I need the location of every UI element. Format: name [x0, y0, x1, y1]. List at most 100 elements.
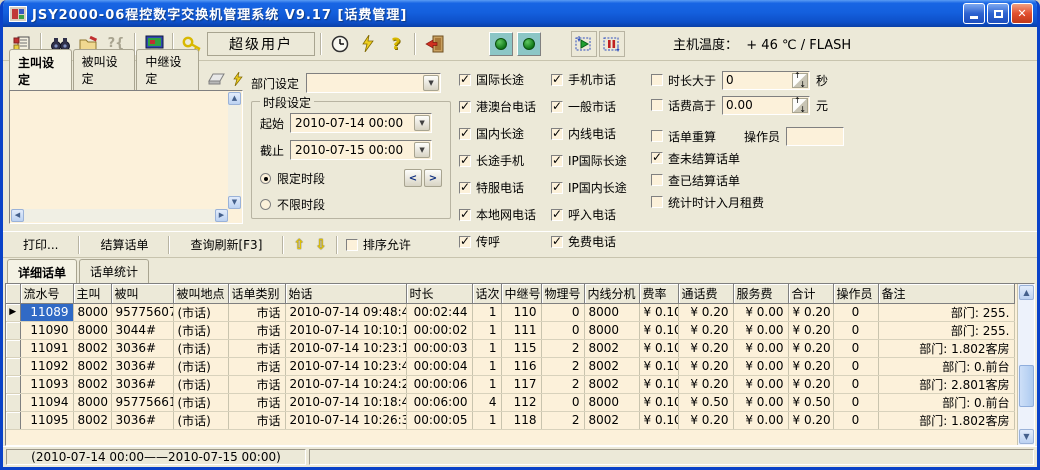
table-cell[interactable]: 1 [472, 321, 501, 339]
table-cell[interactable]: 市话 [228, 321, 285, 339]
table-row[interactable]: 11094800095775661#(市话)市话2010-07-14 10:18… [6, 393, 1014, 411]
table-cell[interactable]: ¥ 0.20 [678, 339, 733, 357]
table-cell[interactable]: 部门: 0.前台 [878, 393, 1014, 411]
column-header[interactable]: 始话 [285, 284, 406, 303]
column-header[interactable]: 话单类别 [228, 284, 285, 303]
print-button[interactable]: 打印... [7, 233, 74, 256]
table-cell[interactable]: 部门: 255. [878, 321, 1014, 339]
scroll-left-icon[interactable]: ◀ [11, 209, 24, 222]
calltype-check2-6[interactable]: 免费电话 [551, 233, 627, 250]
table-cell[interactable]: 8002 [584, 411, 639, 429]
close-button[interactable]: ✕ [1011, 3, 1033, 24]
scroll-up-icon[interactable]: ▲ [1019, 285, 1034, 300]
table-cell[interactable]: 0 [541, 303, 584, 321]
table-cell[interactable]: 00:00:02 [406, 321, 472, 339]
calltype-check-6[interactable]: 传呼 [459, 233, 536, 250]
table-cell[interactable]: ¥ 0.10 [639, 303, 678, 321]
table-cell[interactable]: 1 [472, 303, 501, 321]
unsettled-checkbox[interactable]: 查未结算话单 [651, 150, 740, 167]
maximize-button[interactable] [987, 3, 1009, 24]
table-cell[interactable]: 部门: 0.前台 [878, 357, 1014, 375]
table-cell[interactable]: 8000 [584, 321, 639, 339]
scroll-right-icon[interactable]: ▶ [215, 209, 228, 222]
sort-up-icon[interactable]: ⇧ [288, 237, 310, 253]
sort-allow-checkbox[interactable]: 排序允许 [346, 236, 411, 253]
table-cell[interactable]: 8002 [584, 339, 639, 357]
table-cell[interactable]: 1 [472, 339, 501, 357]
prev-day-button[interactable]: < [404, 169, 422, 187]
table-cell[interactable]: ¥ 0.10 [639, 411, 678, 429]
table-cell[interactable]: 市话 [228, 411, 285, 429]
recalc-checkbox[interactable]: 话单重算 [651, 128, 716, 145]
chevron-down-icon[interactable]: ▼ [414, 142, 430, 158]
table-cell[interactable]: 11089 [20, 303, 73, 321]
calltype-check2-1[interactable]: 一般市话 [551, 98, 627, 115]
operator-input[interactable] [786, 127, 844, 146]
monthly-fee-checkbox[interactable]: 统计时计入月租费 [651, 194, 764, 211]
table-cell[interactable]: 0 [833, 375, 878, 393]
table-cell[interactable]: 110 [501, 303, 541, 321]
table-cell[interactable]: 2010-07-14 10:24:25 [285, 375, 406, 393]
table-cell[interactable]: 0 [833, 393, 878, 411]
column-header[interactable]: 物理号 [541, 284, 584, 303]
calltype-check-5[interactable]: 本地网电话 [459, 206, 536, 223]
table-cell[interactable]: ¥ 0.00 [733, 339, 788, 357]
table-cell[interactable]: 8002 [584, 357, 639, 375]
table-row[interactable]: 1109380023036#(市话)市话2010-07-14 10:24:250… [6, 375, 1014, 393]
table-cell[interactable]: 95775607# [111, 303, 173, 321]
table-cell[interactable]: 8002 [73, 375, 111, 393]
table-cell[interactable]: ¥ 0.50 [788, 393, 833, 411]
table-cell[interactable]: 2 [541, 411, 584, 429]
calltype-check2-3[interactable]: IP国际长途 [551, 152, 627, 169]
table-cell[interactable]: 8002 [584, 375, 639, 393]
column-header[interactable]: 内线分机 [584, 284, 639, 303]
table-cell[interactable]: 市话 [228, 393, 285, 411]
table-cell[interactable]: 3036# [111, 357, 173, 375]
table-cell[interactable]: 1 [472, 411, 501, 429]
table-row[interactable]: ▶11089800095775607#(市话)市话2010-07-14 09:4… [6, 303, 1014, 321]
apply-button[interactable] [233, 72, 243, 86]
table-cell[interactable]: 2 [541, 357, 584, 375]
spinner-icon[interactable] [792, 98, 808, 113]
table-cell[interactable]: ¥ 0.20 [678, 321, 733, 339]
start-datetime-select[interactable]: 2010-07-14 00:00 ▼ [290, 113, 432, 133]
settled-checkbox[interactable]: 查已结算话单 [651, 172, 740, 189]
calltype-check2-5[interactable]: 呼入电话 [551, 206, 627, 223]
fee-input[interactable]: 0.00 [722, 96, 810, 115]
table-vscrollbar[interactable]: ▲ ▼ [1017, 284, 1034, 445]
calltype-check-3[interactable]: 长途手机 [459, 152, 536, 169]
table-cell[interactable]: ¥ 0.10 [639, 339, 678, 357]
calltype-check2-4[interactable]: IP国内长途 [551, 179, 627, 196]
scrollbar-thumb[interactable] [1019, 365, 1034, 407]
clock-button[interactable] [327, 31, 353, 57]
table-cell[interactable]: 11092 [20, 357, 73, 375]
table-cell[interactable]: 00:00:03 [406, 339, 472, 357]
table-cell[interactable]: 2010-07-14 10:23:45 [285, 357, 406, 375]
table-cell[interactable]: 8000 [73, 321, 111, 339]
duration-filter-checkbox[interactable]: 时长大于 [651, 72, 716, 89]
table-cell[interactable]: ¥ 0.20 [788, 411, 833, 429]
calltype-check-0[interactable]: 国际长途 [459, 71, 536, 88]
minimize-button[interactable] [963, 3, 985, 24]
table-cell[interactable]: 0 [833, 411, 878, 429]
table-row[interactable]: 1109180023036#(市话)市话2010-07-14 10:23:180… [6, 339, 1014, 357]
column-header[interactable]: 操作员 [833, 284, 878, 303]
table-cell[interactable]: 3044# [111, 321, 173, 339]
calltype-check2-2[interactable]: 内线电话 [551, 125, 627, 142]
chevron-down-icon[interactable]: ▼ [423, 75, 439, 91]
table-cell[interactable]: ¥ 0.20 [678, 375, 733, 393]
table-cell[interactable]: ¥ 0.20 [788, 375, 833, 393]
table-row[interactable]: 1109080003044#(市话)市话2010-07-14 10:10:100… [6, 321, 1014, 339]
table-cell[interactable]: (市话) [173, 393, 228, 411]
table-cell[interactable]: 市话 [228, 303, 285, 321]
table-cell[interactable]: 00:00:05 [406, 411, 472, 429]
table-cell[interactable]: ¥ 0.00 [733, 375, 788, 393]
table-cell[interactable]: 115 [501, 339, 541, 357]
column-header[interactable]: 时长 [406, 284, 472, 303]
radio-unlimited-label[interactable]: 不限时段 [277, 196, 325, 213]
table-cell[interactable]: 118 [501, 411, 541, 429]
table-cell[interactable]: 2 [541, 339, 584, 357]
sort-down-icon[interactable]: ⇩ [310, 237, 332, 253]
scroll-down-icon[interactable]: ▼ [228, 196, 241, 209]
table-cell[interactable]: ¥ 0.20 [678, 303, 733, 321]
